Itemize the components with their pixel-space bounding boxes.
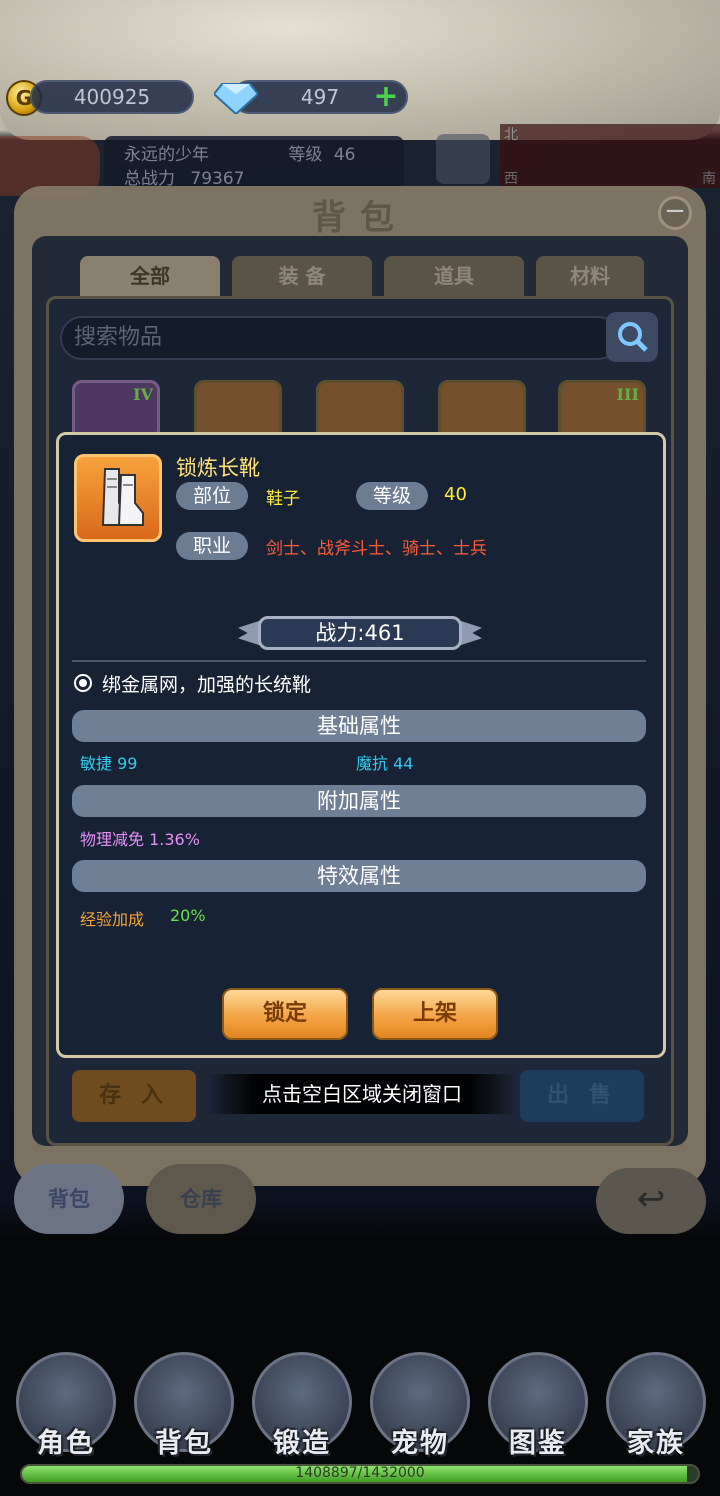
item-slot[interactable] bbox=[194, 380, 282, 440]
nav-pet-label: 宠物 bbox=[391, 1428, 449, 1459]
nav-character-label: 角色 bbox=[37, 1428, 95, 1459]
search-input[interactable]: 搜索物品 bbox=[60, 316, 620, 360]
list-for-sale-button[interactable]: 上架 bbox=[372, 988, 498, 1040]
item-slot[interactable]: IV bbox=[72, 380, 160, 440]
store-in-button[interactable]: 存 入 bbox=[72, 1070, 196, 1122]
tab-equipment[interactable]: 装 备 bbox=[232, 256, 372, 300]
extra-attributes-header: 附加属性 bbox=[72, 785, 646, 817]
stat-exp-bonus-value: 20% bbox=[170, 906, 206, 925]
player-info: 永远的少年 等级 46 总战力 79367 bbox=[104, 136, 404, 189]
map-south: 南 bbox=[702, 171, 716, 187]
minimap[interactable]: 北 西 南 bbox=[500, 124, 720, 188]
player-name: 永远的少年 bbox=[124, 145, 209, 165]
level-label: 等级 bbox=[356, 482, 428, 510]
nav-forge-label: 锻造 bbox=[273, 1428, 331, 1459]
nav-family-label: 家族 bbox=[627, 1428, 685, 1459]
slot-grade-badge: IV bbox=[133, 385, 153, 404]
item-description: 绑金属网，加强的长统靴 bbox=[102, 674, 312, 696]
level-value: 40 bbox=[444, 484, 467, 505]
gold-amount: 400925 bbox=[30, 80, 194, 114]
map-west: 西 bbox=[504, 171, 518, 187]
diamond-icon bbox=[214, 83, 258, 114]
bullet-icon bbox=[74, 674, 92, 692]
nav-family[interactable]: 家族 bbox=[606, 1352, 706, 1459]
tab-materials[interactable]: 材料 bbox=[536, 256, 644, 300]
item-slot[interactable] bbox=[438, 380, 526, 440]
exp-text: 1408897/1432000 bbox=[295, 1465, 425, 1481]
nav-bag-label: 背包 bbox=[155, 1428, 213, 1459]
combat-power: 战力:461 bbox=[258, 616, 462, 650]
sell-button[interactable]: 出 售 bbox=[520, 1070, 644, 1122]
close-hint: 点击空白区域关闭窗口 bbox=[206, 1074, 518, 1114]
special-attributes-header: 特效属性 bbox=[72, 860, 646, 892]
slot-value: 鞋子 bbox=[266, 489, 300, 509]
player-level: 46 bbox=[333, 145, 356, 165]
stat-phys-reduction: 物理减免 1.36% bbox=[80, 830, 200, 849]
boots-icon bbox=[74, 454, 162, 542]
nav-codex[interactable]: 图鉴 bbox=[488, 1352, 588, 1459]
nav-bag[interactable]: 背包 bbox=[134, 1352, 234, 1459]
divider bbox=[72, 660, 646, 662]
item-slot[interactable] bbox=[316, 380, 404, 440]
back-arrow-icon[interactable]: ↩ bbox=[596, 1168, 706, 1234]
stat-agility: 敏捷 99 bbox=[80, 754, 138, 773]
top-banner bbox=[0, 0, 720, 140]
stat-magic-resist: 魔抗 44 bbox=[356, 754, 414, 773]
item-name: 锁炼长靴 bbox=[176, 456, 260, 480]
add-gems-icon[interactable]: + bbox=[372, 82, 400, 112]
class-label: 职业 bbox=[176, 532, 248, 560]
stat-exp-bonus-label: 经验加成 bbox=[80, 910, 145, 929]
bag-title: 背包 bbox=[312, 198, 408, 238]
item-slot[interactable]: III bbox=[558, 380, 646, 440]
slot-label: 部位 bbox=[176, 482, 248, 510]
nav-character[interactable]: 角色 bbox=[16, 1352, 116, 1459]
search-icon bbox=[618, 322, 648, 352]
player-level-label: 等级 bbox=[288, 145, 323, 165]
base-attributes-header: 基础属性 bbox=[72, 710, 646, 742]
class-value: 剑士、战斧斗士、骑士、士兵 bbox=[266, 539, 487, 559]
slot-grade-badge: III bbox=[616, 385, 639, 404]
map-north: 北 bbox=[504, 127, 518, 143]
warehouse-nav-button[interactable]: 仓库 bbox=[146, 1164, 256, 1234]
search-button[interactable] bbox=[606, 312, 658, 362]
tab-items[interactable]: 道具 bbox=[384, 256, 524, 300]
close-icon[interactable]: − bbox=[658, 196, 692, 230]
mail-icon[interactable] bbox=[436, 134, 490, 184]
nav-pet[interactable]: 宠物 bbox=[370, 1352, 470, 1459]
nav-forge[interactable]: 锻造 bbox=[252, 1352, 352, 1459]
lock-button[interactable]: 锁定 bbox=[222, 988, 348, 1040]
nav-codex-label: 图鉴 bbox=[509, 1428, 567, 1459]
bag-nav-button[interactable]: 背包 bbox=[14, 1164, 124, 1234]
tab-all[interactable]: 全部 bbox=[80, 256, 220, 300]
